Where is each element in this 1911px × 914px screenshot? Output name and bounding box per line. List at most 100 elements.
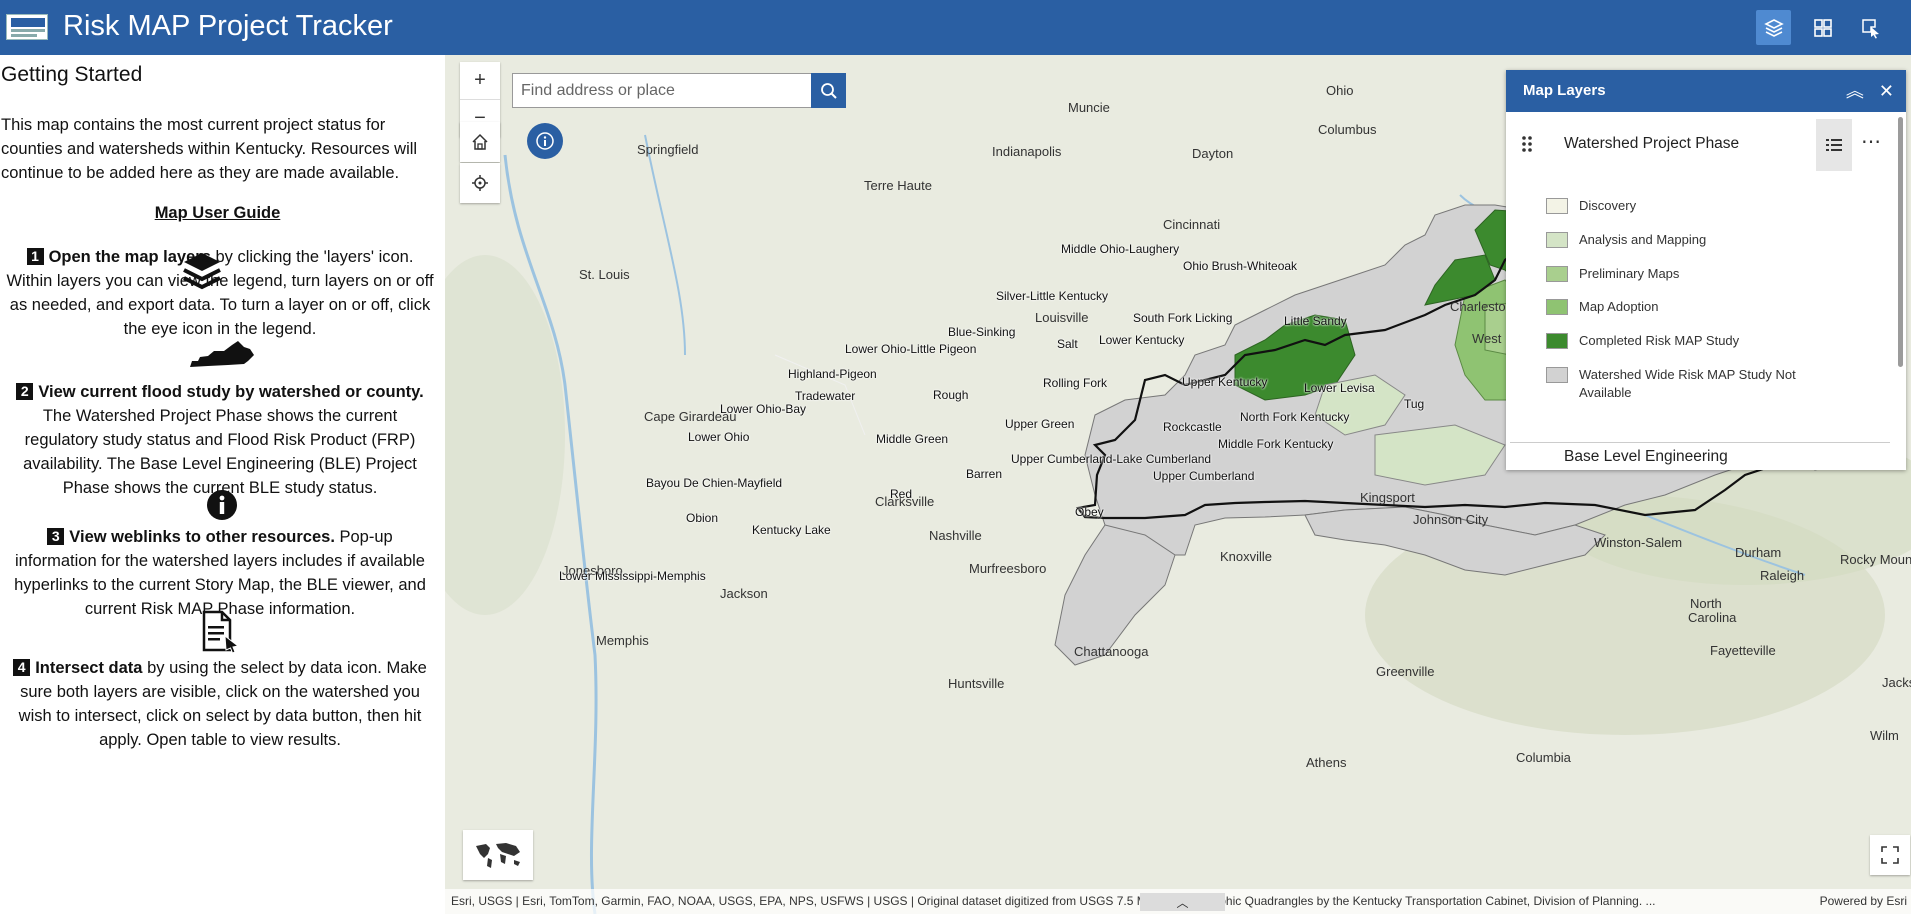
layers-scrollbar[interactable] — [1898, 117, 1903, 367]
watershed-label[interactable]: Lower Ohio — [688, 430, 749, 444]
legend-swatch — [1546, 266, 1568, 282]
drag-handle-icon[interactable] — [1521, 135, 1533, 153]
watershed-label[interactable]: Kentucky Lake — [752, 523, 831, 537]
place-label: Springfield — [637, 142, 699, 157]
collapse-icon[interactable]: ︽ — [1846, 81, 1864, 101]
place-label: Johnson City — [1413, 512, 1489, 527]
info-icon — [536, 132, 554, 150]
place-label: Terre Haute — [864, 178, 932, 193]
step-3: 3 View weblinks to other resources. Pop-u… — [14, 528, 426, 618]
watershed-label[interactable]: Lower Mississippi-Memphis — [559, 569, 706, 583]
watershed-label[interactable]: Upper Cumberland-Lake Cumberland — [1011, 452, 1211, 466]
place-label: Kingsport — [1360, 490, 1415, 505]
watershed-label[interactable]: Little Sandy — [1284, 314, 1347, 328]
powered-by-esri: Powered by Esri — [1819, 894, 1907, 908]
watershed-label[interactable]: Lower Ohio-Bay — [720, 402, 806, 416]
place-label: Carolina — [1688, 610, 1737, 625]
more-options-icon[interactable]: ⋯ — [1861, 129, 1881, 154]
place-label: Durham — [1735, 545, 1782, 560]
world-map-icon — [476, 843, 520, 868]
place-label: Charleston — [1450, 299, 1513, 314]
step-4: 4 Intersect data by using the select by d… — [5, 656, 435, 752]
watershed-label[interactable]: Barren — [966, 467, 1002, 481]
watershed-label[interactable]: Tradewater — [795, 389, 855, 403]
chevron-up-icon: ︿ — [1176, 895, 1189, 910]
place-label: Muncie — [1068, 100, 1110, 115]
watershed-label[interactable]: Red — [890, 487, 912, 501]
legend-label: Map Adoption — [1579, 299, 1659, 314]
kentucky-logo — [6, 14, 48, 40]
watershed-label[interactable]: Lower Levisa — [1304, 381, 1375, 395]
place-label: Wilm — [1870, 728, 1899, 743]
watershed-label[interactable]: Obion — [686, 511, 718, 525]
place-label: Raleigh — [1760, 568, 1805, 583]
expand-table-toggle[interactable]: ︿ — [1140, 893, 1225, 911]
place-label: Columbia — [1516, 750, 1571, 765]
place-label: Winston-Salem — [1594, 535, 1683, 550]
place-label: Louisville — [1035, 310, 1089, 325]
info-icon — [207, 490, 237, 520]
layers-icon — [1763, 18, 1784, 37]
layers-panel-title: Map Layers — [1523, 82, 1606, 99]
legend-swatch — [1546, 198, 1568, 214]
legend-label: Preliminary Maps — [1579, 266, 1680, 281]
info-button[interactable] — [527, 123, 563, 159]
watershed-label[interactable]: North Fork Kentucky — [1240, 410, 1349, 424]
watershed-label[interactable]: Obey — [1075, 505, 1104, 519]
place-label: Knoxville — [1220, 549, 1273, 564]
search-input[interactable] — [513, 74, 810, 107]
home-button[interactable] — [460, 122, 500, 162]
fullscreen-button[interactable] — [1870, 835, 1910, 875]
watershed-label[interactable]: Salt — [1057, 337, 1078, 351]
place-label: Nashville — [929, 528, 982, 543]
select-button[interactable] — [1853, 10, 1888, 45]
search-button[interactable] — [811, 73, 846, 108]
close-icon[interactable]: ✕ — [1879, 81, 1894, 101]
locate-button[interactable] — [460, 163, 500, 203]
home-icon — [472, 133, 488, 150]
watershed-label[interactable]: Blue-Sinking — [948, 325, 1015, 339]
place-label: Ohio — [1326, 83, 1354, 98]
watershed-label[interactable]: Bayou De Chien-Mayfield — [646, 476, 782, 490]
layer-watershed-project-phase[interactable]: Watershed Project Phase ⋯ — [1506, 119, 1896, 171]
watershed-label[interactable]: Lower Ohio-Little Pigeon — [845, 342, 976, 356]
legend-label: Discovery — [1579, 198, 1637, 213]
app-title: Risk MAP Project Tracker — [63, 10, 393, 42]
watershed-label[interactable]: Rough — [933, 388, 968, 402]
layer-base-level-engineering[interactable]: Base Level Engineering — [1506, 446, 1896, 470]
watershed-label[interactable]: Upper Kentucky — [1182, 375, 1267, 389]
zoom-in-button[interactable]: + — [460, 62, 500, 99]
watershed-label[interactable]: Upper Cumberland — [1153, 469, 1254, 483]
layers-panel-header: Map Layers ︽ ✕ — [1506, 70, 1906, 112]
step-1: 1 Open the map layers by clicking the 'la… — [6, 248, 434, 338]
place-label: Athens — [1306, 755, 1347, 770]
watershed-label[interactable]: Middle Fork Kentucky — [1218, 437, 1333, 451]
select-by-data-icon — [1861, 18, 1879, 38]
watershed-label[interactable]: Lower Kentucky — [1099, 333, 1184, 347]
watershed-label[interactable]: Upper Green — [1005, 417, 1074, 431]
watershed-label[interactable]: Ohio Brush-Whiteoak — [1183, 259, 1297, 273]
watershed-label[interactable]: Rolling Fork — [1043, 376, 1107, 390]
place-label: West — [1472, 331, 1502, 346]
watershed-label[interactable]: Tug — [1404, 397, 1424, 411]
legend-swatch — [1546, 333, 1568, 349]
watershed-label[interactable]: Highland-Pigeon — [788, 367, 877, 381]
watershed-label[interactable]: South Fork Licking — [1133, 311, 1232, 325]
watershed-label[interactable]: Rockcastle — [1163, 420, 1222, 434]
watershed-label[interactable]: Middle Green — [876, 432, 948, 446]
step-2: 2 View current flood study by watershed o… — [5, 380, 435, 500]
place-label: Chattanooga — [1074, 644, 1149, 659]
layers-button[interactable] — [1756, 10, 1791, 45]
watershed-label[interactable]: Middle Ohio-Laughery — [1061, 242, 1179, 256]
place-label: Dayton — [1192, 146, 1234, 161]
place-label: North — [1690, 596, 1722, 611]
basemap-gallery-button[interactable] — [463, 830, 533, 880]
legend-toggle-button[interactable] — [1816, 119, 1852, 171]
place-label: Jackson — [720, 586, 768, 601]
place-label: St. Louis — [579, 267, 630, 282]
place-label: Columbus — [1318, 122, 1377, 137]
place-label: Cincinnati — [1163, 217, 1221, 232]
widgets-button[interactable] — [1805, 10, 1840, 45]
map-user-guide-link[interactable]: Map User Guide — [0, 204, 435, 223]
watershed-label[interactable]: Silver-Little Kentucky — [996, 289, 1108, 303]
